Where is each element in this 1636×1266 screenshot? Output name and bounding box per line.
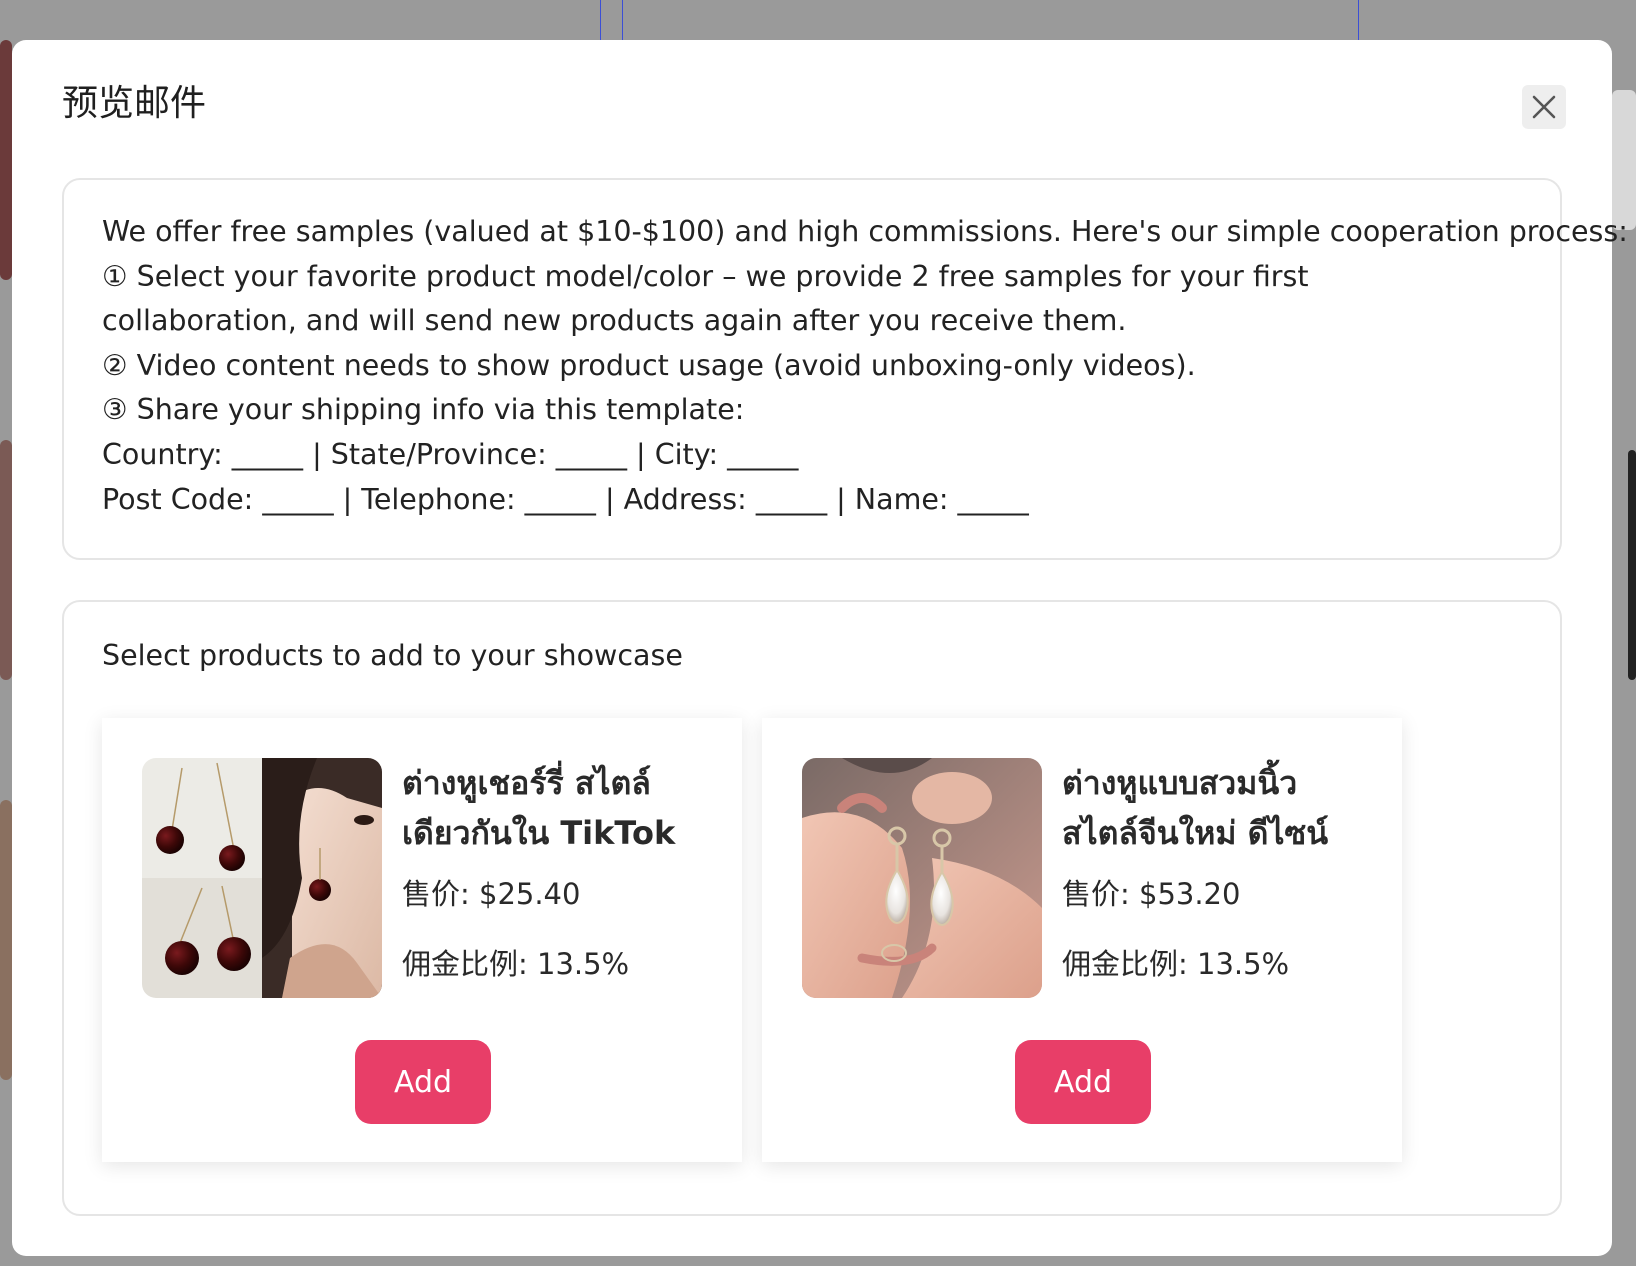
close-icon [1532, 95, 1556, 119]
message-line: Post Code: _____ | Telephone: _____ | Ad… [102, 482, 1029, 516]
add-product-button[interactable]: Add [1015, 1040, 1151, 1124]
product-name: ต่างหูแบบสวมนิ้ว สไตล์จีนใหม่ ดีไซน์ [1062, 758, 1382, 858]
product-name-line: ต่างหูแบบสวมนิ้ว [1062, 764, 1298, 802]
add-product-button[interactable]: Add [355, 1040, 491, 1124]
cherry-earrings-image [142, 758, 382, 998]
message-line: We offer free samples (valued at $10-$10… [102, 215, 1628, 248]
product-price: 售价: $25.40 [402, 877, 581, 911]
background-image [0, 40, 12, 280]
product-commission: 佣金比例: 13.5% [402, 947, 630, 981]
product-showcase-panel: Select products to add to your showcase [62, 600, 1562, 1216]
message-line: ① Select your favorite product model/col… [102, 259, 1309, 338]
preview-email-dialog: 预览邮件 We offer free samples (valued at $1… [12, 40, 1628, 1256]
product-name-line: เดียวกันใน TikTok [402, 814, 676, 852]
background-divider [600, 0, 601, 40]
close-button[interactable] [1522, 85, 1566, 129]
background-image [1628, 450, 1636, 680]
crystal-drop-earrings-image [802, 758, 1042, 998]
product-card: ต่างหูแบบสวมนิ้ว สไตล์จีนใหม่ ดีไซน์ 售价:… [762, 718, 1402, 1162]
background-image [0, 800, 12, 1080]
message-line: ② Video content needs to show product us… [102, 348, 1196, 382]
product-commission: 佣金比例: 13.5% [1062, 947, 1290, 981]
product-card: ต่างหูเชอร์รี่ สไตล์ เดียวกันใน TikTok 售… [102, 718, 742, 1162]
product-name-line: ต่างหูเชอร์รี่ สไตล์ [402, 764, 651, 802]
message-line: Country: _____ | State/Province: _____ |… [102, 437, 799, 471]
background-image [0, 440, 12, 680]
background-divider [622, 0, 623, 40]
email-body: We offer free samples (valued at $10-$10… [102, 210, 1628, 522]
product-info: ต่างหูเชอร์รี่ สไตล์ เดียวกันใน TikTok 售… [402, 758, 722, 984]
product-name-line: สไตล์จีนใหม่ ดีไซน์ [1062, 814, 1329, 852]
product-name: ต่างหูเชอร์รี่ สไตล์ เดียวกันใน TikTok [402, 758, 722, 858]
dialog-title: 预览邮件 [62, 83, 207, 124]
background-image [1612, 90, 1636, 230]
product-image [142, 758, 382, 998]
product-price: 售价: $53.20 [1062, 877, 1241, 911]
email-message-panel: We offer free samples (valued at $10-$10… [62, 178, 1628, 560]
message-line: ③ Share your shipping info via this temp… [102, 393, 745, 427]
showcase-heading: Select products to add to your showcase [102, 639, 683, 672]
product-image [802, 758, 1042, 998]
background-divider [1358, 0, 1359, 40]
product-info: ต่างหูแบบสวมนิ้ว สไตล์จีนใหม่ ดีไซน์ 售价:… [1062, 758, 1382, 984]
